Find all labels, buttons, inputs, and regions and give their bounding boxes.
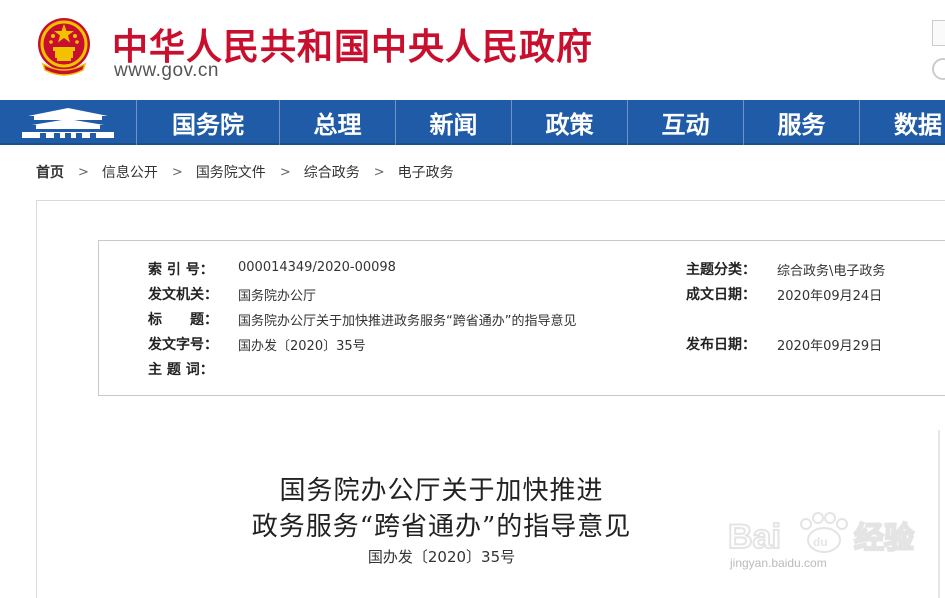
title-label: 标 题：	[148, 312, 218, 328]
breadcrumb-state-council-docs[interactable]: 国务院文件	[196, 162, 266, 182]
nav-item-policy[interactable]: 政策	[511, 100, 627, 145]
written-date-label: 成文日期：	[686, 287, 756, 303]
breadcrumb-separator: >	[78, 164, 89, 180]
breadcrumb-general-affairs[interactable]: 综合政务	[304, 162, 360, 182]
tiananmen-icon	[22, 107, 114, 138]
topic-label: 主题分类：	[686, 262, 756, 278]
svg-text:du: du	[813, 535, 828, 549]
right-divider	[938, 430, 940, 598]
svg-text:经验: 经验	[854, 521, 914, 555]
site-url[interactable]: www.gov.cn	[114, 60, 219, 82]
breadcrumb-separator: >	[171, 164, 183, 180]
nav-item-state-council[interactable]: 国务院	[136, 100, 279, 145]
breadcrumb-separator: >	[279, 164, 291, 180]
top-right-box	[932, 20, 945, 46]
nav-home-logo[interactable]	[0, 100, 136, 145]
top-right-circle-icon[interactable]	[932, 58, 945, 80]
index-number-label: 索 引 号：	[148, 262, 214, 278]
topic-value: 综合政务\电子政务	[777, 264, 886, 279]
nav-item-premier[interactable]: 总理	[279, 100, 395, 145]
index-number-value: 000014349/2020-00098	[238, 260, 396, 275]
nav-item-news[interactable]: 新闻	[395, 100, 511, 145]
national-emblem-icon[interactable]	[35, 14, 93, 78]
breadcrumb: 首页 > 信息公开 > 国务院文件 > 综合政务 > 电子政务	[36, 162, 454, 182]
breadcrumb-home[interactable]: 首页	[36, 162, 64, 182]
breadcrumb-separator: >	[373, 164, 385, 180]
document-number-value: 国办发〔2020〕35号	[238, 339, 366, 354]
publish-date-value: 2020年09月29日	[777, 339, 883, 354]
svg-text:Bai: Bai	[728, 518, 781, 556]
nav-item-interaction[interactable]: 互动	[627, 100, 743, 145]
written-date-value: 2020年09月24日	[777, 289, 883, 304]
publish-date-label: 发布日期：	[686, 337, 756, 353]
watermark-url: jingyan.baidu.com	[730, 556, 827, 570]
issuer-label: 发文机关：	[148, 287, 218, 303]
title-value: 国务院办公厅关于加快推进政务服务“跨省通办”的指导意见	[238, 314, 577, 329]
nav-item-data[interactable]: 数据	[859, 100, 945, 145]
breadcrumb-e-government[interactable]: 电子政务	[398, 162, 454, 182]
issuer-value: 国务院办公厅	[238, 289, 317, 304]
nav-item-services[interactable]: 服务	[743, 100, 859, 145]
site-header: 中华人民共和国中央人民政府 www.gov.cn	[0, 0, 945, 100]
document-number-label: 发文字号：	[148, 337, 218, 353]
breadcrumb-info-disclosure[interactable]: 信息公开	[102, 162, 158, 182]
main-navbar: 国务院 总理 新闻 政策 互动 服务 数据	[0, 100, 945, 145]
keywords-label: 主 题 词：	[148, 362, 214, 378]
